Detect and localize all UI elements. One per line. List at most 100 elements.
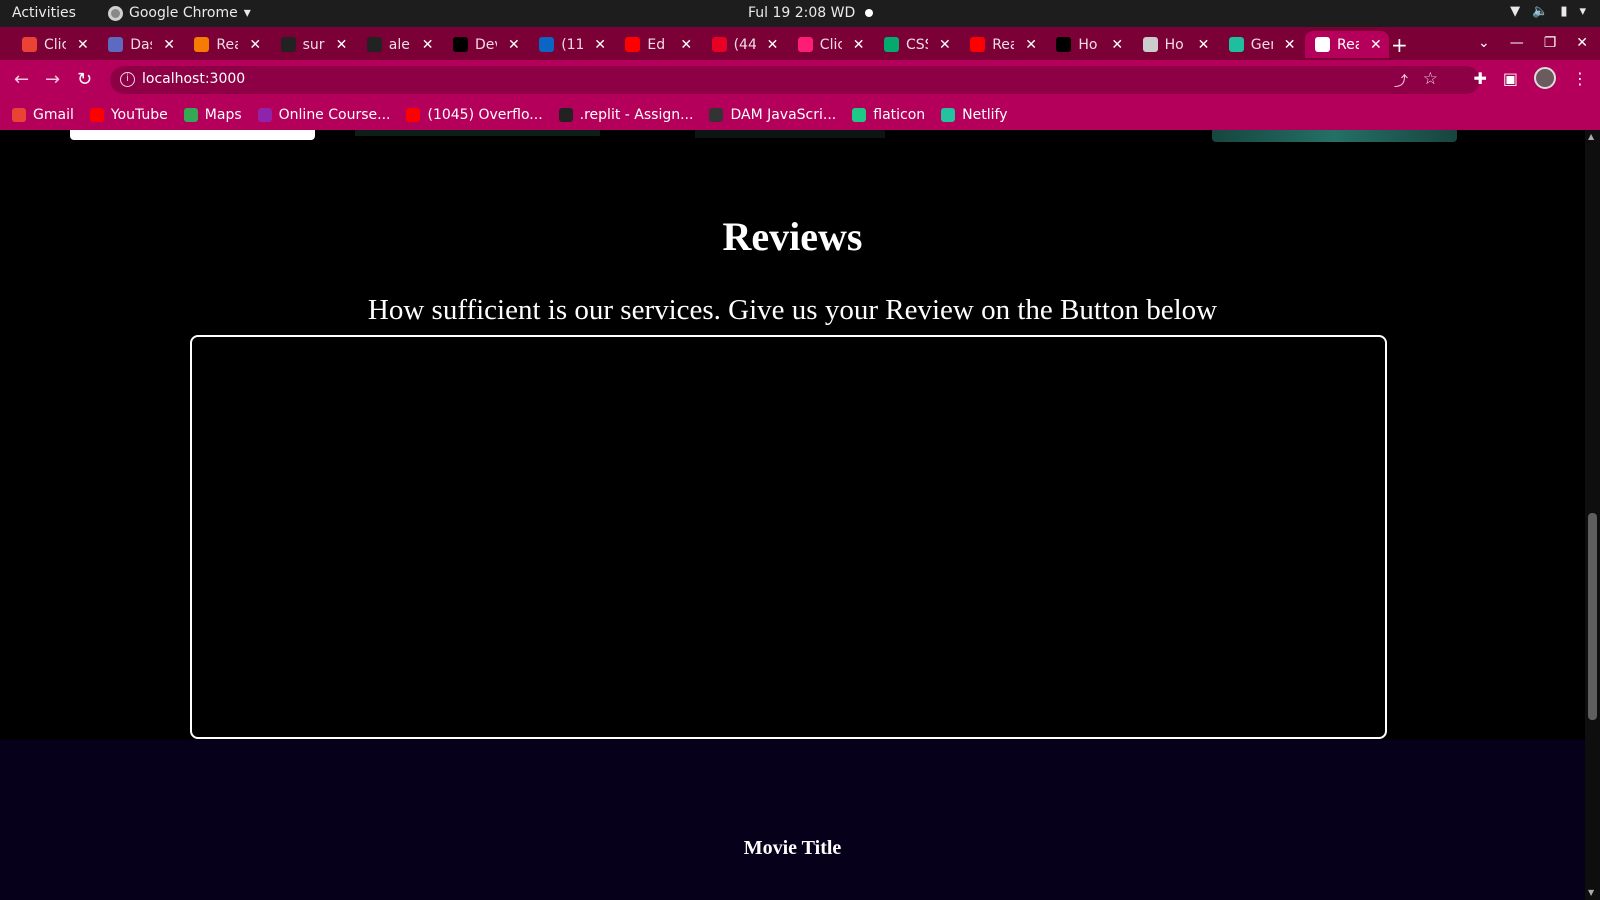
browser-tab[interactable]: (44 ✕ [702, 31, 786, 58]
bookmark-label: Gmail [33, 106, 74, 123]
reload-icon[interactable]: ↻ [77, 69, 92, 90]
bookmark-item[interactable]: (1045) Overflo... [406, 106, 543, 123]
browser-tab[interactable]: Dev ✕ [443, 31, 527, 58]
movie-card-peek [695, 130, 885, 138]
bookmark-star-icon[interactable]: ☆ [1423, 69, 1438, 89]
browser-tab[interactable]: Das ✕ [98, 31, 182, 58]
movie-title: Movie Title [743, 837, 842, 859]
tab-close-icon[interactable]: ✕ [939, 37, 951, 53]
bookmark-item[interactable]: YouTube [89, 107, 168, 123]
tab-favicon-icon [884, 37, 899, 52]
browser-tab[interactable]: Clic ✕ [788, 31, 872, 58]
tab-close-icon[interactable]: ✕ [594, 37, 606, 53]
profile-avatar[interactable] [1534, 67, 1556, 89]
url-text[interactable]: localhost:3000 [142, 71, 245, 87]
tab-close-icon[interactable]: ✕ [77, 37, 89, 53]
browser-tab[interactable]: Rea ✕ [960, 31, 1044, 58]
tab-close-icon[interactable]: ✕ [508, 37, 520, 53]
tab-title: Das [130, 36, 152, 53]
side-panel-icon[interactable]: ▣ [1503, 69, 1518, 88]
tab-close-icon[interactable]: ✕ [1111, 37, 1123, 53]
activities-button[interactable]: Activities [12, 5, 76, 21]
system-tray[interactable]: ▼ 🔈 ▮ ▾ [1510, 4, 1586, 19]
browser-tab[interactable]: Rea ✕ [1305, 31, 1390, 58]
tab-close-icon[interactable]: ✕ [680, 37, 692, 53]
page-scrollbar[interactable]: ▲ ▼ [1585, 130, 1600, 900]
app-menu[interactable]: Google Chrome ▾ [108, 5, 251, 21]
tab-title: Dev [475, 36, 497, 53]
browser-tab[interactable]: Clic ✕ [12, 31, 96, 58]
bookmark-favicon-icon [89, 107, 104, 122]
site-info-icon[interactable]: i [120, 72, 135, 87]
tab-favicon-icon [970, 37, 986, 52]
window-controls: ⌄ — ❐ ✕ [1478, 35, 1588, 51]
browser-tab[interactable]: Ed ✕ [615, 31, 699, 58]
tab-title: Rea [992, 36, 1014, 53]
tab-favicon-icon [108, 37, 124, 52]
close-window-icon[interactable]: ✕ [1576, 35, 1588, 51]
restore-icon[interactable]: ❐ [1544, 35, 1557, 51]
browser-tab[interactable]: Rea ✕ [184, 31, 268, 58]
tab-title: Clic [44, 36, 66, 53]
tab-close-icon[interactable]: ✕ [249, 37, 261, 53]
tab-title: Rea [1337, 36, 1359, 53]
tab-close-icon[interactable]: ✕ [163, 37, 175, 53]
tab-favicon-icon [22, 37, 37, 52]
tab-search-icon[interactable]: ⌄ [1478, 35, 1490, 51]
new-tab-button[interactable]: + [1391, 33, 1408, 57]
tab-close-icon[interactable]: ✕ [1198, 37, 1210, 53]
tab-favicon-icon [366, 37, 382, 52]
tab-favicon-icon [1228, 37, 1244, 52]
tab-favicon-icon [280, 37, 296, 52]
browser-tab[interactable]: Ho ✕ [1046, 31, 1130, 58]
bookmark-item[interactable]: Netlify [941, 107, 1008, 123]
tab-title: (11 [561, 36, 584, 53]
reviews-heading: Reviews [722, 214, 863, 259]
scroll-up-icon[interactable]: ▲ [1588, 132, 1594, 141]
bookmark-item[interactable]: Online Course... [257, 106, 391, 123]
tab-close-icon[interactable]: ✕ [1025, 37, 1037, 53]
bookmark-item[interactable]: Gmail [12, 107, 74, 123]
back-icon[interactable]: ← [14, 69, 29, 90]
bookmark-favicon-icon [852, 107, 867, 122]
tab-favicon-icon [1315, 37, 1330, 52]
share-icon[interactable]: ⤴ [1394, 71, 1408, 91]
battery-icon: ▮ [1560, 4, 1568, 19]
tab-close-icon[interactable]: ✕ [853, 37, 865, 53]
bookmark-item[interactable]: .replit - Assign... [558, 107, 693, 123]
bookmark-label: Online Course... [278, 106, 391, 123]
browser-tab[interactable]: CSS ✕ [874, 31, 958, 58]
tray-caret-icon: ▾ [1579, 4, 1586, 19]
tab-close-icon[interactable]: ✕ [422, 37, 434, 53]
forward-icon[interactable]: → [45, 69, 60, 90]
bookmark-favicon-icon [12, 107, 26, 122]
tab-close-icon[interactable]: ✕ [1284, 37, 1296, 53]
clock[interactable]: Ful 19 2:08 WD [748, 5, 855, 21]
bookmark-label: DAM JavaScri... [730, 106, 837, 123]
bookmark-item[interactable]: Maps [183, 107, 242, 123]
browser-toolbar: ← → ↻ i localhost:3000 ⤴ ☆ ✚ ▣ ⋮ [0, 60, 1600, 99]
chrome-icon [108, 5, 123, 21]
browser-tab[interactable]: (11 ✕ [529, 31, 613, 58]
extensions-icon[interactable]: ✚ [1473, 69, 1486, 88]
bookmark-item[interactable]: flaticon [852, 107, 925, 123]
browser-tab[interactable]: Ho ✕ [1133, 31, 1217, 58]
browser-tab[interactable]: ale ✕ [357, 31, 441, 58]
tab-close-icon[interactable]: ✕ [1370, 37, 1382, 53]
bookmark-favicon-icon [709, 107, 724, 122]
minimize-icon[interactable]: — [1510, 35, 1524, 51]
browser-tab[interactable]: sur ✕ [271, 31, 355, 58]
bookmark-label: (1045) Overflo... [427, 106, 543, 123]
bookmark-item[interactable]: DAM JavaScri... [709, 107, 836, 123]
menu-kebab-icon[interactable]: ⋮ [1572, 69, 1588, 88]
review-box[interactable] [190, 335, 1387, 739]
tab-close-icon[interactable]: ✕ [767, 37, 779, 53]
bookmark-favicon-icon [941, 107, 956, 122]
tab-close-icon[interactable]: ✕ [336, 37, 348, 53]
tab-title: Rea [216, 36, 238, 53]
volume-icon: 🔈 [1532, 4, 1549, 19]
scroll-down-icon[interactable]: ▼ [1588, 888, 1594, 897]
scrollbar-thumb[interactable] [1588, 513, 1597, 720]
address-bar[interactable]: i localhost:3000 ⤴ ☆ [110, 66, 1480, 94]
browser-tab[interactable]: Ger ✕ [1219, 31, 1303, 58]
